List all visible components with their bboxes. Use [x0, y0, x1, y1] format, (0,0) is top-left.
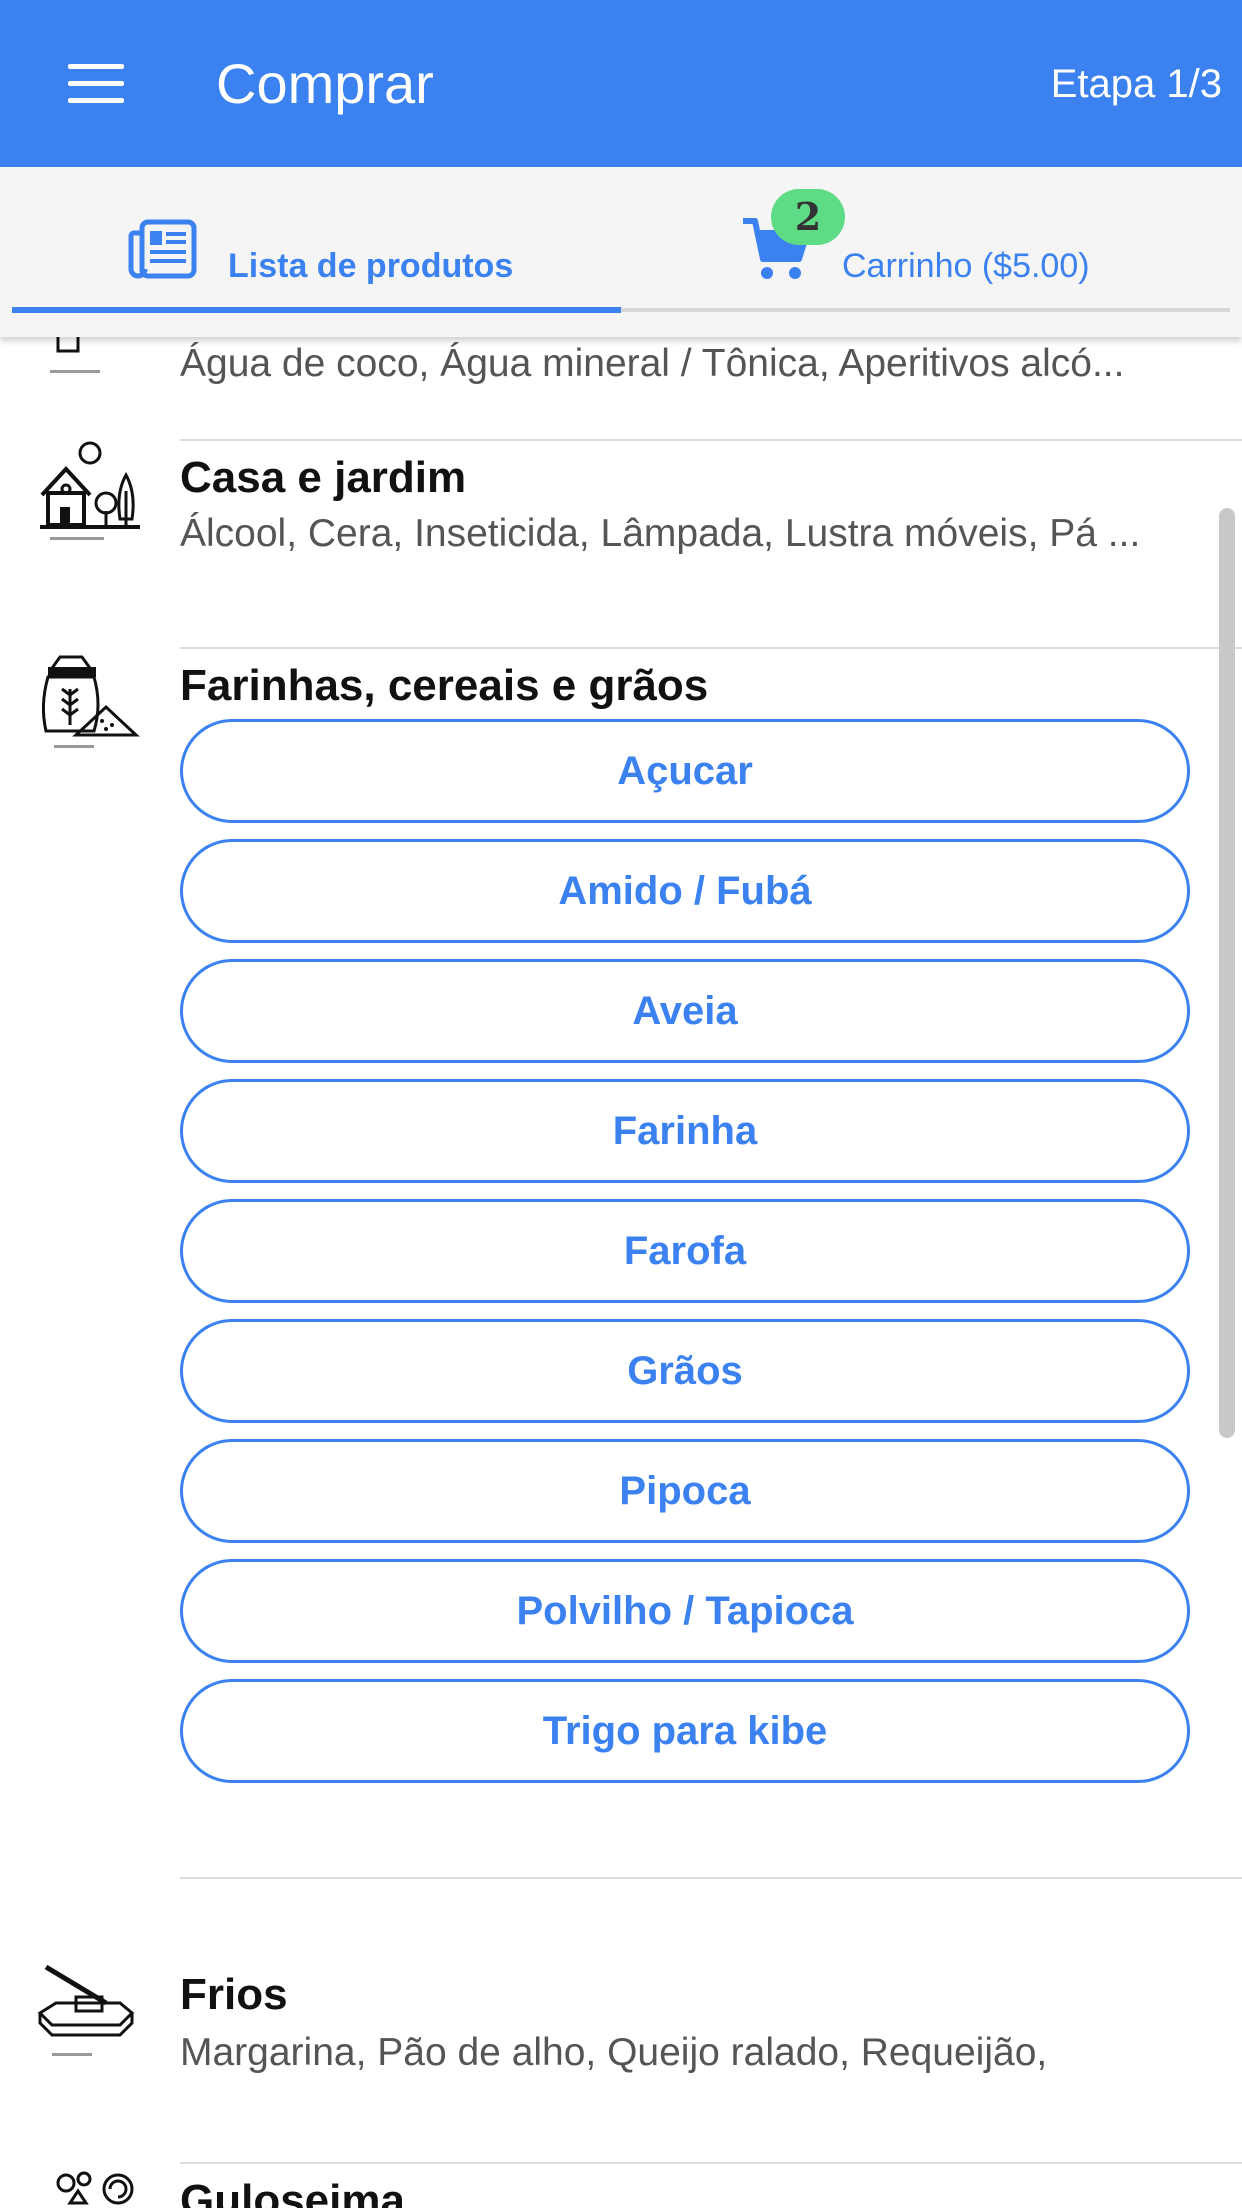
step-indicator: Etapa 1/3 [1050, 62, 1222, 106]
category-list[interactable]: Água de coco, Água mineral / Tônica, Ape… [0, 337, 1242, 2208]
tab-bar: Lista de produtos 2 Carrinho ($5.00) [0, 167, 1242, 337]
subcategory-button-pipoca[interactable]: Pipoca [180, 1439, 1190, 1543]
subcategory-button-farinha[interactable]: Farinha [180, 1079, 1190, 1183]
subcategory-button-trigo-para-kibe[interactable]: Trigo para kibe [180, 1679, 1190, 1783]
beverages-icon [50, 337, 100, 373]
newspaper-list-icon [128, 219, 197, 279]
subcategory-button-polvilho-tapioca[interactable]: Polvilho / Tapioca [180, 1559, 1190, 1663]
house-garden-icon [40, 441, 140, 540]
category-title: Farinhas, cereais e grãos [180, 661, 709, 710]
app-bar: Comprar Etapa 1/3 [0, 0, 1242, 167]
tab-product-list[interactable]: Lista de produtos [12, 167, 621, 317]
sweets-icon [56, 2171, 134, 2205]
cart-count-badge: 2 [771, 189, 845, 245]
subcategory-button-farofa[interactable]: Farofa [180, 1199, 1190, 1303]
scrollbar[interactable] [1219, 508, 1235, 1438]
divider [180, 1877, 1242, 1879]
divider [180, 2162, 1242, 2164]
tab-cart[interactable]: 2 Carrinho ($5.00) [621, 167, 1230, 317]
hamburger-menu-icon[interactable] [68, 64, 124, 104]
divider [180, 439, 1242, 441]
flour-sack-icon [41, 655, 140, 748]
tab-underline [621, 308, 1230, 312]
subcategory-button-acucar[interactable]: Açucar [180, 719, 1190, 823]
category-items: Margarina, Pão de alho, Queijo ralado, R… [180, 2031, 1048, 2074]
category-title: Casa e jardim [180, 453, 467, 502]
active-tab-indicator [12, 307, 621, 313]
category-items: Água de coco, Água mineral / Tônica, Ape… [180, 342, 1125, 385]
divider [180, 647, 1242, 649]
subcategory-button-amido-fuba[interactable]: Amido / Fubá [180, 839, 1190, 943]
category-title: Frios [180, 1970, 288, 2019]
tab-cart-label: Carrinho ($5.00) [842, 247, 1090, 285]
page-title: Comprar [216, 52, 434, 115]
category-title: Guloseima [180, 2176, 405, 2208]
subcategory-button-graos[interactable]: Grãos [180, 1319, 1190, 1423]
subcategory-button-aveia[interactable]: Aveia [180, 959, 1190, 1063]
category-items: Álcool, Cera, Inseticida, Lâmpada, Lustr… [180, 512, 1141, 555]
butter-dish-icon [37, 1964, 135, 2056]
tab-product-list-label: Lista de produtos [228, 247, 514, 285]
